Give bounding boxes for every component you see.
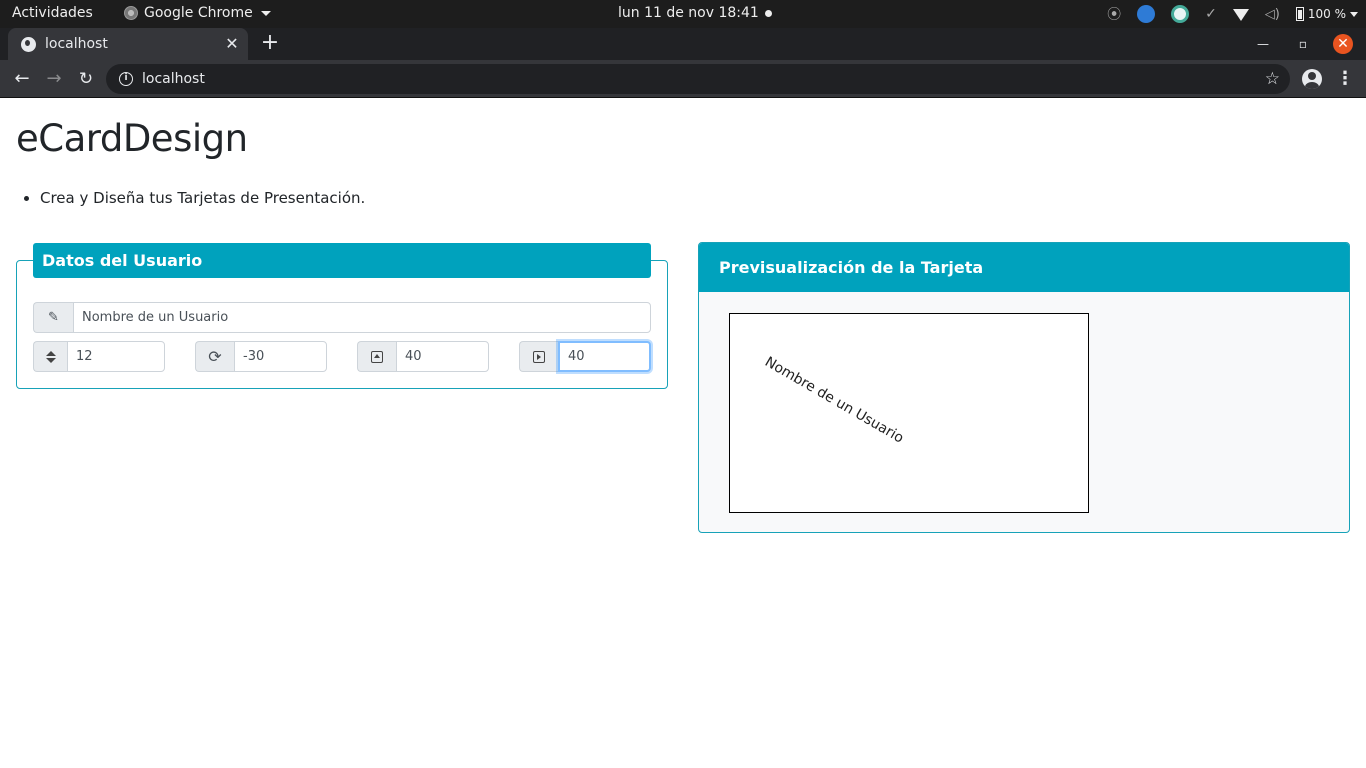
notification-dot-icon (764, 9, 772, 17)
name-input[interactable] (73, 302, 651, 333)
left-offset-input-group (519, 341, 651, 372)
name-input-group: ✎ (33, 302, 651, 333)
caret-square-up-icon (357, 341, 396, 372)
left-offset-input[interactable] (558, 341, 651, 372)
back-button[interactable]: ← (10, 67, 34, 91)
info-icon[interactable]: i (119, 72, 133, 86)
app-menu-label: Google Chrome (144, 5, 253, 21)
font-size-input[interactable] (67, 341, 165, 372)
clock-label: lun 11 de nov 18:41 (618, 5, 759, 21)
caret-down-icon (260, 10, 271, 16)
system-top-bar: Actividades Google Chrome lun 11 de nov … (0, 0, 1366, 28)
card-name-text: Nombre de un Usuario (762, 354, 907, 447)
close-window-button[interactable]: ✕ (1333, 34, 1353, 54)
chrome-menu-button[interactable]: ⋮ (1336, 67, 1354, 91)
page-content: eCardDesign Crea y Diseña tus Tarjetas d… (0, 99, 1366, 768)
reload-button[interactable]: ↻ (74, 67, 98, 91)
clock[interactable]: lun 11 de nov 18:41 (618, 5, 772, 21)
bookmark-star-icon[interactable]: ☆ (1265, 69, 1280, 89)
tab-title: localhost (45, 36, 108, 52)
refresh-icon: ⟳ (195, 341, 234, 372)
card-preview-panel: Previsualización de la Tarjeta Nombre de… (698, 242, 1350, 533)
wifi-icon (1232, 9, 1249, 21)
sync-icon (1137, 5, 1156, 23)
pencil-icon: ✎ (33, 302, 73, 333)
battery-indicator: 100 % (1295, 7, 1358, 21)
tab-localhost[interactable]: localhost ✕ (8, 28, 248, 60)
tab-strip: localhost ✕ + — ▫ ✕ (0, 28, 1366, 60)
address-bar[interactable]: i localhost ☆ (106, 64, 1290, 94)
caret-down-icon (1350, 11, 1358, 17)
business-card-canvas: Nombre de un Usuario (729, 313, 1089, 513)
network-icon: ✓ (1205, 6, 1217, 22)
app-menu[interactable]: Google Chrome (124, 5, 271, 21)
user-data-legend: Datos del Usuario (33, 243, 651, 278)
profile-avatar-icon[interactable] (1302, 69, 1322, 89)
intro-list: Crea y Diseña tus Tarjetas de Presentaci… (40, 189, 365, 207)
system-tray[interactable]: ⦿ ✓ ◁) 100 % (1107, 4, 1358, 24)
top-offset-input[interactable] (396, 341, 489, 372)
volume-icon: ◁) (1264, 6, 1280, 22)
caret-square-right-icon (519, 341, 558, 372)
forward-button[interactable]: → (42, 67, 66, 91)
close-tab-icon[interactable]: ✕ (222, 34, 242, 54)
hotspot-icon: ⦿ (1107, 7, 1122, 23)
minimize-button[interactable]: — (1253, 34, 1273, 54)
sort-icon (33, 341, 67, 372)
card-preview-header: Previsualización de la Tarjeta (699, 243, 1349, 292)
update-icon (1171, 5, 1190, 23)
url-text[interactable]: localhost (142, 71, 1265, 87)
chrome-icon (124, 6, 138, 20)
battery-icon (1295, 7, 1304, 21)
activities-button[interactable]: Actividades (12, 5, 93, 21)
font-size-input-group (33, 341, 165, 372)
maximize-button[interactable]: ▫ (1293, 34, 1313, 54)
browser-toolbar: ← → ↻ i localhost ☆ ⋮ (0, 60, 1366, 98)
battery-label: 100 % (1307, 7, 1346, 21)
rotation-input[interactable] (234, 341, 327, 372)
new-tab-button[interactable]: + (258, 32, 282, 56)
globe-icon (21, 36, 36, 52)
list-item: Crea y Diseña tus Tarjetas de Presentaci… (40, 189, 365, 207)
top-offset-input-group (357, 341, 489, 372)
rotation-input-group: ⟳ (195, 341, 327, 372)
page-title: eCardDesign (16, 117, 248, 160)
